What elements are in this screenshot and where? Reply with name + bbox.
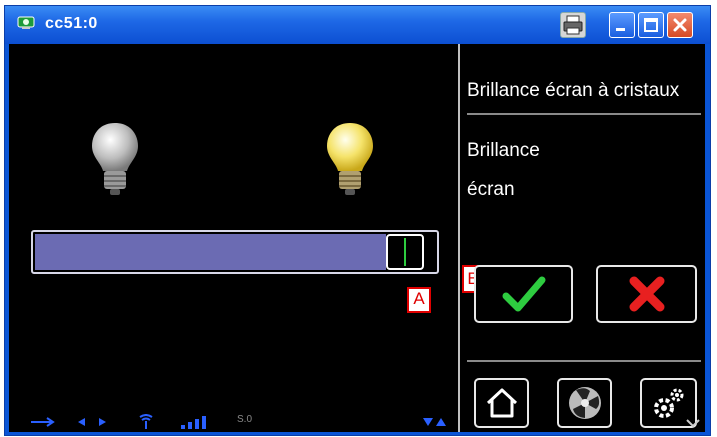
confirm-button[interactable]	[474, 265, 573, 323]
x-icon	[629, 276, 664, 312]
annotation-label-a: A	[407, 287, 431, 313]
printer-icon	[563, 15, 583, 35]
signal-strength-icon	[181, 416, 206, 429]
app-window: cc51:0 A S.0 Brillance écran à cristaux …	[4, 5, 711, 436]
description-line-1: Brillance	[467, 140, 540, 161]
title-divider	[467, 113, 701, 115]
checkmark-icon	[502, 276, 545, 312]
maximize-button[interactable]	[638, 12, 664, 38]
fan-button[interactable]	[557, 378, 612, 428]
gears-icon	[653, 388, 683, 418]
monitor-icon	[17, 16, 35, 29]
printer-button[interactable]	[560, 12, 586, 38]
title-bar[interactable]: cc51:0	[5, 6, 710, 44]
panel-divider	[458, 44, 460, 432]
panel-title: Brillance écran à cristaux	[467, 80, 680, 101]
bulb-on-icon	[327, 123, 373, 195]
bulb-off-icon	[92, 123, 138, 195]
home-button[interactable]	[474, 378, 529, 428]
close-icon	[673, 18, 687, 32]
transfer-arrows-icon	[423, 418, 446, 426]
description-line-2: écran	[467, 179, 515, 200]
status-bar: S.0	[29, 414, 449, 432]
wireless-icon	[139, 414, 153, 429]
fan-icon	[568, 387, 601, 419]
chevron-down-icon	[686, 419, 700, 428]
usb-icon	[31, 417, 55, 427]
cancel-button[interactable]	[596, 265, 697, 323]
network-label: S.0	[237, 414, 253, 425]
window-title: cc51:0	[45, 15, 98, 32]
maximize-icon	[644, 18, 658, 32]
home-icon	[486, 388, 517, 418]
device-screen: A S.0 Brillance écran à cristaux Brillan…	[9, 44, 705, 432]
close-button[interactable]	[667, 12, 693, 38]
button-divider	[467, 360, 701, 362]
minimize-icon	[616, 28, 625, 31]
slider-fill	[35, 234, 386, 270]
slider-handle[interactable]	[386, 234, 424, 270]
slider-handle-line	[404, 238, 406, 266]
brightness-slider[interactable]	[31, 230, 439, 274]
connection-icon	[78, 418, 106, 426]
minimize-button[interactable]	[609, 12, 635, 38]
